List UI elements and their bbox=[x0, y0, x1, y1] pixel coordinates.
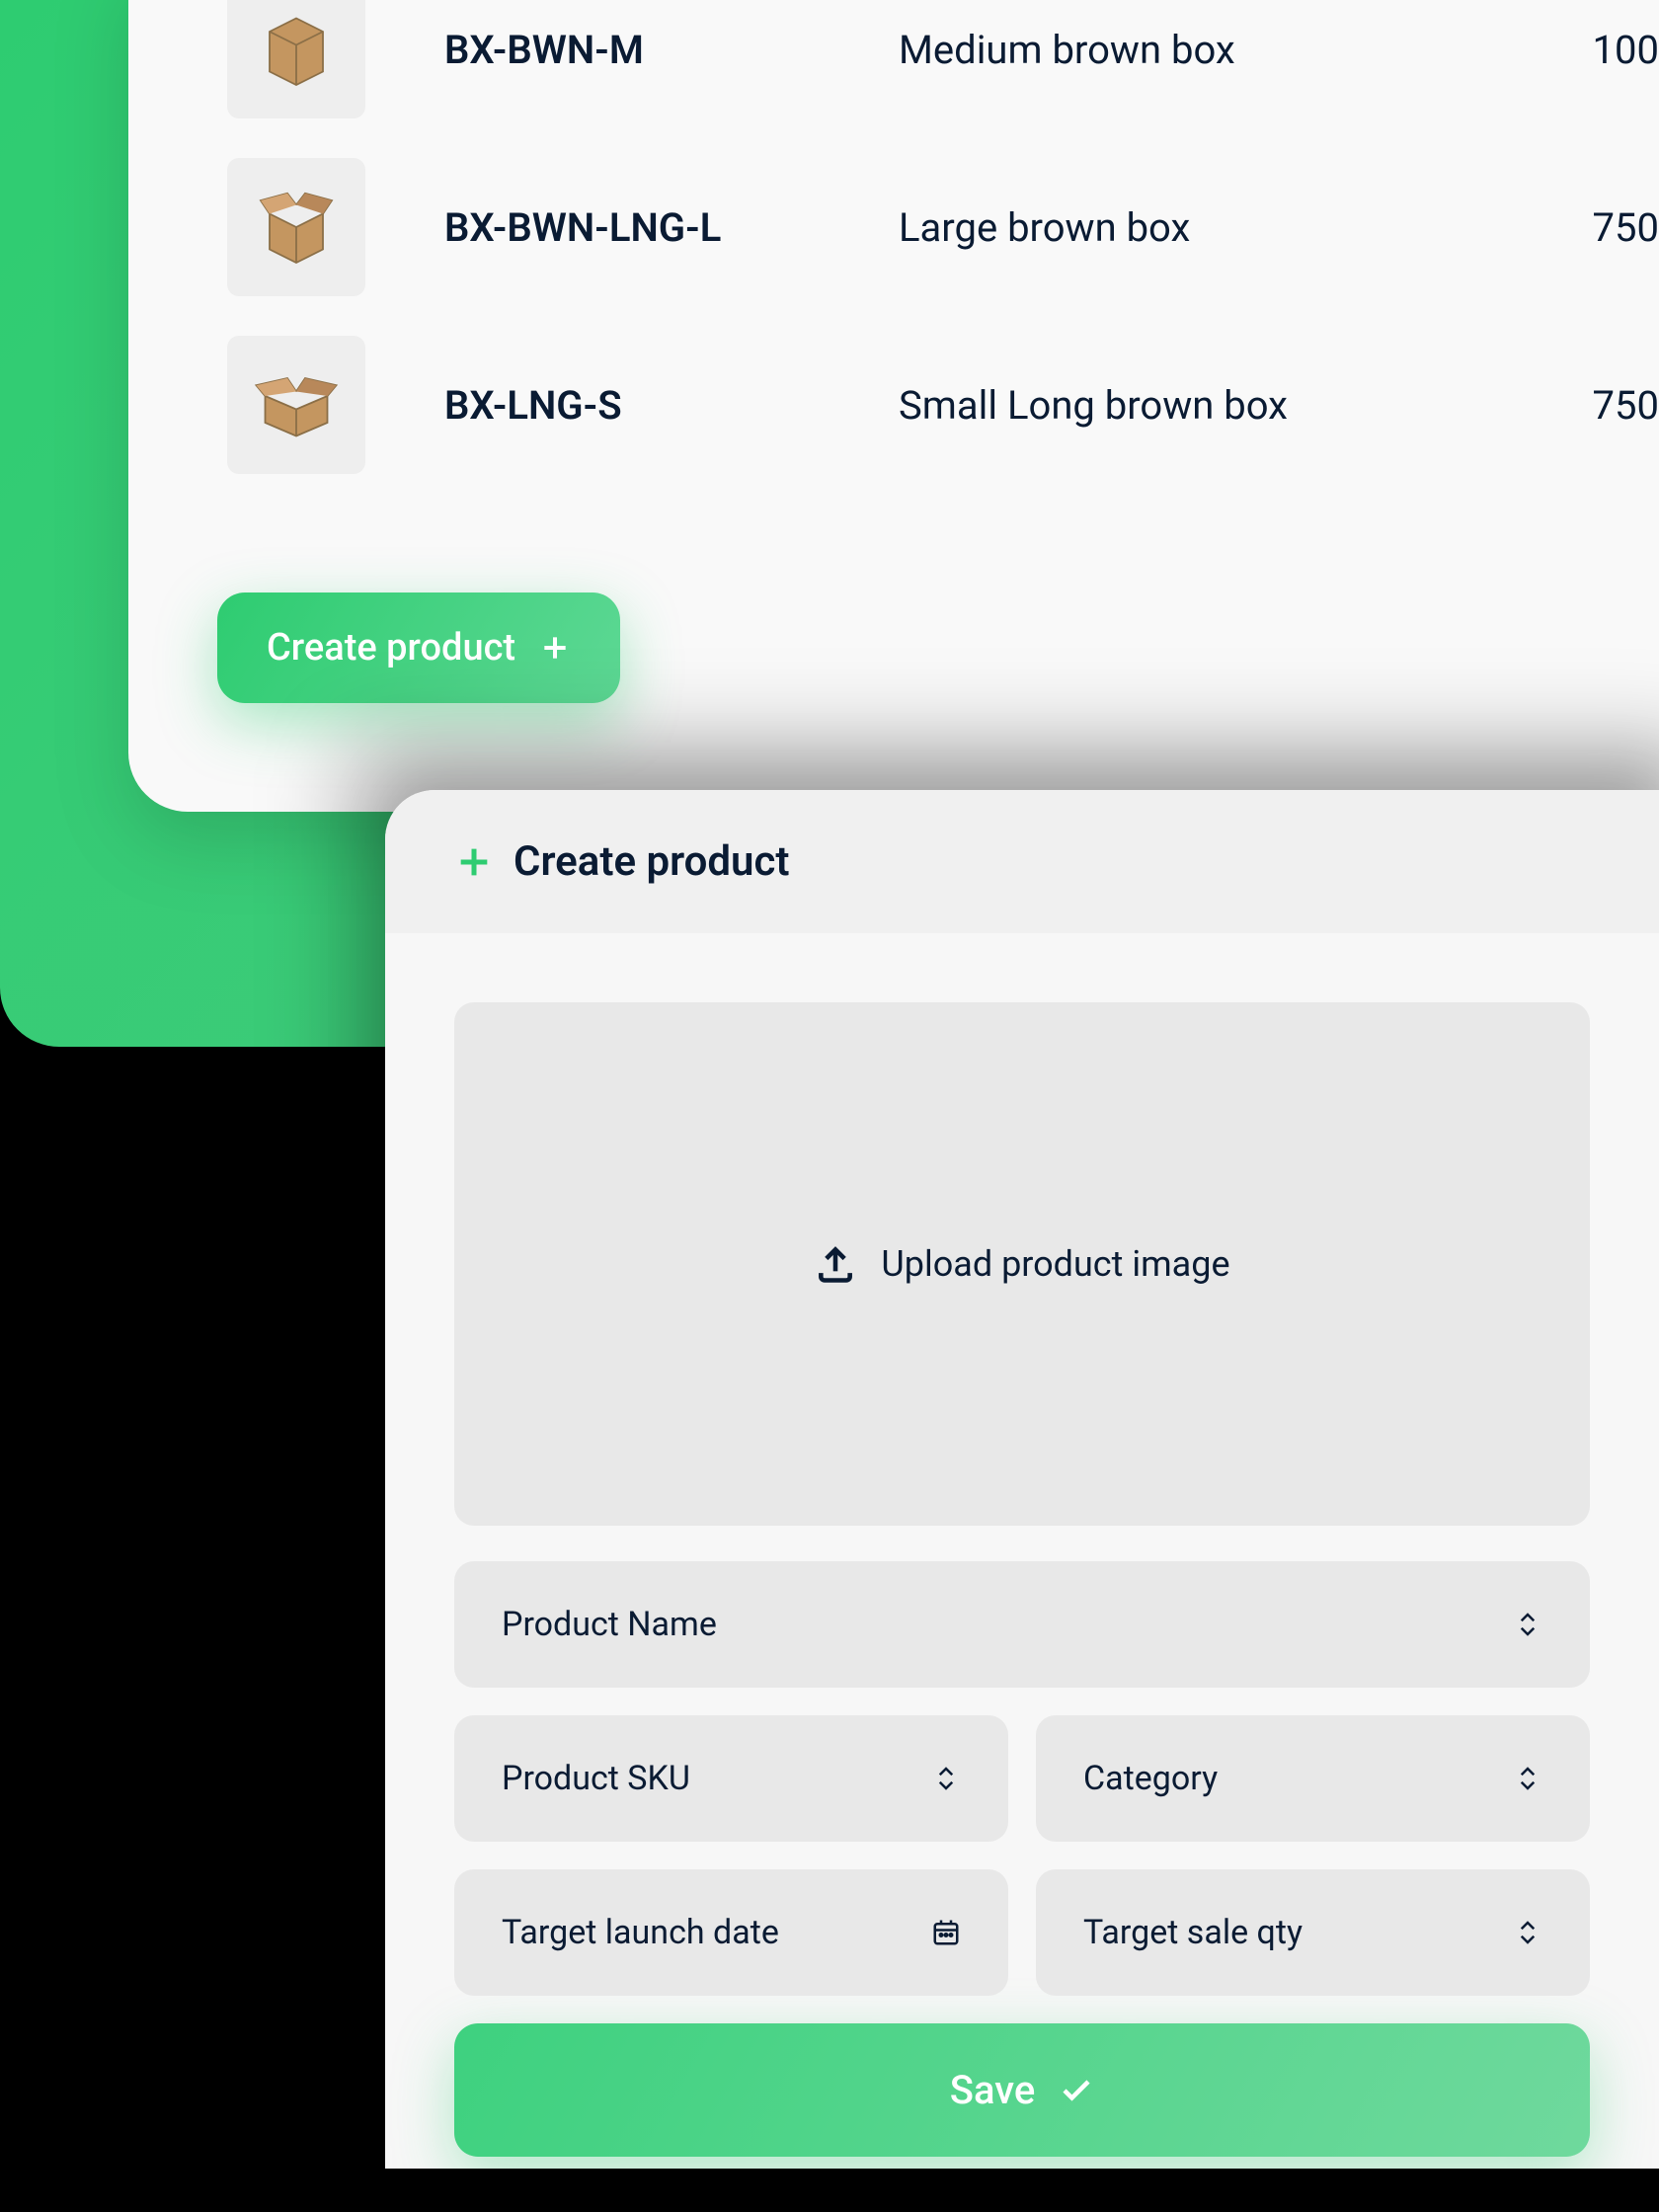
check-icon bbox=[1059, 2073, 1094, 2108]
save-button-label: Save bbox=[950, 2067, 1036, 2113]
product-name: Medium brown box bbox=[899, 27, 1514, 73]
category-field[interactable]: Category bbox=[1036, 1715, 1590, 1842]
box-open-icon bbox=[252, 183, 341, 272]
launch-date-field[interactable]: Target launch date bbox=[454, 1869, 1008, 1996]
product-qty: 750 bbox=[1593, 382, 1659, 429]
sale-qty-field[interactable]: Target sale qty bbox=[1036, 1869, 1590, 1996]
upload-image-area[interactable]: Upload product image bbox=[454, 1002, 1590, 1526]
product-sku: BX-LNG-S bbox=[444, 382, 820, 429]
field-label: Target launch date bbox=[502, 1913, 779, 1952]
upload-label: Upload product image bbox=[881, 1243, 1229, 1285]
product-name: Large brown box bbox=[899, 204, 1514, 251]
plus-icon bbox=[454, 842, 494, 882]
box-open-flat-icon bbox=[252, 360, 341, 449]
box-closed-icon bbox=[252, 5, 341, 94]
product-sku-field[interactable]: Product SKU bbox=[454, 1715, 1008, 1842]
form-row: Target launch date Target sale qty bbox=[454, 1869, 1590, 1996]
field-label: Product Name bbox=[502, 1605, 717, 1644]
product-thumbnail bbox=[227, 336, 365, 474]
save-button[interactable]: Save bbox=[454, 2023, 1590, 2157]
field-label: Target sale qty bbox=[1083, 1913, 1303, 1952]
form-row: Product SKU Category bbox=[454, 1715, 1590, 1842]
product-list-panel: BX-BWN-M Medium brown box 100 BX-BWN-LNG… bbox=[128, 0, 1659, 812]
product-sku: BX-BWN-M bbox=[444, 27, 820, 73]
field-label: Product SKU bbox=[502, 1759, 690, 1798]
plus-icon bbox=[539, 632, 571, 664]
table-row[interactable]: BX-LNG-S Small Long brown box 750 bbox=[227, 316, 1659, 494]
chevron-up-down-icon bbox=[1513, 1608, 1542, 1641]
product-name: Small Long brown box bbox=[899, 382, 1514, 429]
product-name-field[interactable]: Product Name bbox=[454, 1561, 1590, 1688]
product-thumbnail bbox=[227, 158, 365, 296]
product-thumbnail bbox=[227, 0, 365, 118]
product-qty: 100 bbox=[1593, 27, 1659, 73]
field-label: Category bbox=[1083, 1759, 1218, 1798]
table-row[interactable]: BX-BWN-M Medium brown box 100 bbox=[227, 0, 1659, 138]
table-row[interactable]: BX-BWN-LNG-L Large brown box 750 bbox=[227, 138, 1659, 316]
product-qty: 750 bbox=[1593, 204, 1659, 251]
chevron-up-down-icon bbox=[931, 1762, 961, 1795]
chevron-up-down-icon bbox=[1513, 1916, 1542, 1949]
product-sku: BX-BWN-LNG-L bbox=[444, 204, 820, 251]
create-product-button[interactable]: Create product bbox=[217, 592, 620, 703]
chevron-up-down-icon bbox=[1513, 1762, 1542, 1795]
create-product-button-label: Create product bbox=[267, 626, 515, 670]
upload-icon bbox=[814, 1242, 857, 1286]
create-product-modal: Create product Upload product image Prod… bbox=[385, 790, 1659, 2169]
calendar-icon bbox=[931, 1916, 961, 1949]
modal-body: Upload product image Product Name Produc… bbox=[385, 933, 1659, 2169]
modal-header: Create product bbox=[385, 790, 1659, 933]
modal-title: Create product bbox=[514, 837, 790, 886]
